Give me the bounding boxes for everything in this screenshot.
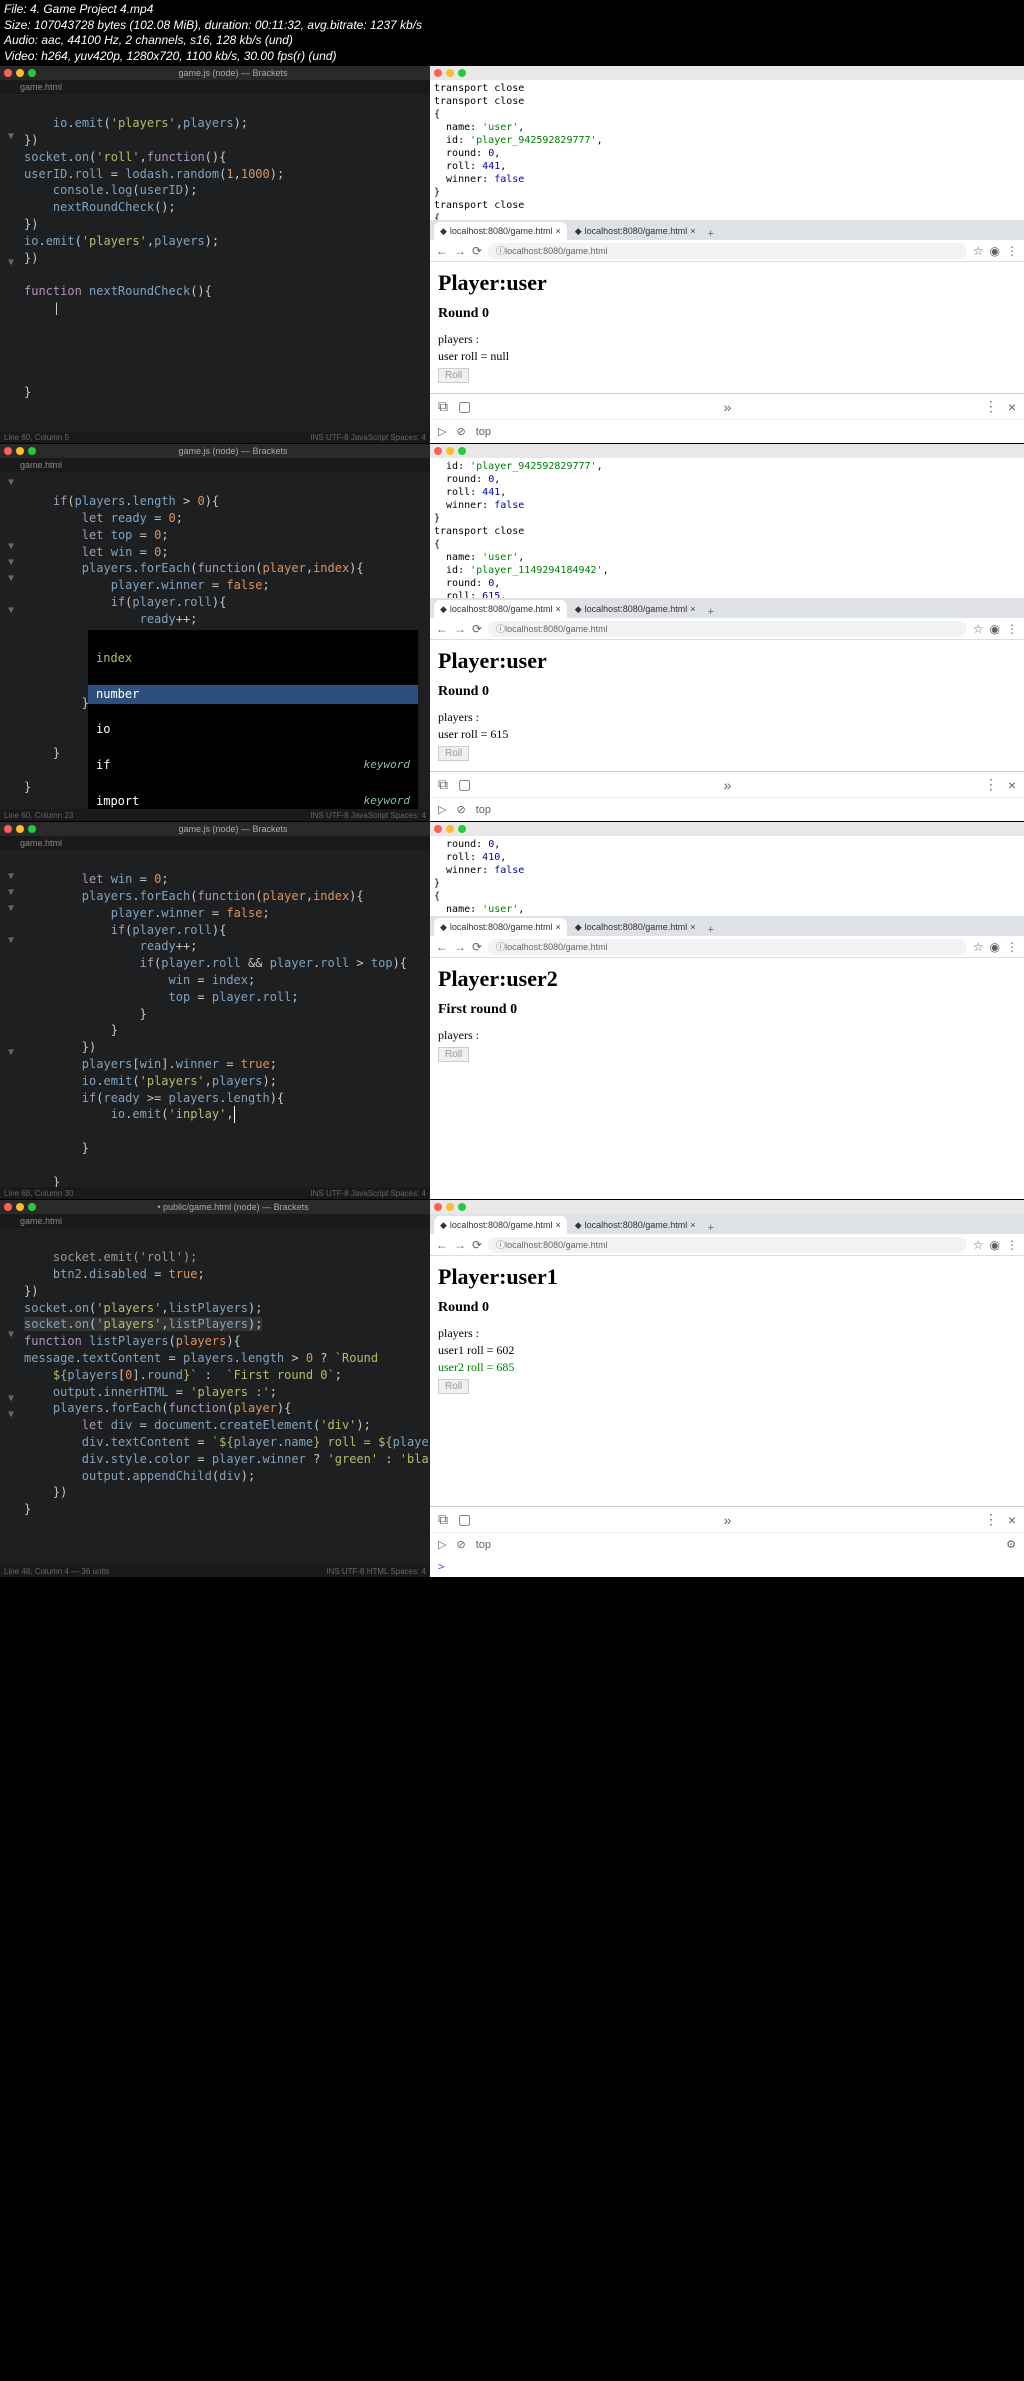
menu-icon[interactable]: ⋮	[1006, 244, 1018, 258]
roll-button[interactable]: Roll	[438, 1047, 469, 1062]
roll-value: user roll = null	[438, 349, 1016, 364]
browser-tabs: ◆ localhost:8080/game.html × ◆ localhost…	[430, 220, 1024, 240]
dt-menu-icon[interactable]: ⋮	[984, 398, 998, 415]
file-info: File: 4. Game Project 4.mp4	[4, 2, 1020, 18]
window-titlebar: game.js (node) — Brackets	[0, 66, 430, 80]
dt-close-icon[interactable]: ×	[1008, 399, 1016, 415]
context-select[interactable]: top	[476, 426, 491, 438]
round-heading: Round 0	[438, 1300, 1016, 1316]
round-heading: Round 0	[438, 684, 1016, 700]
terminal-output[interactable]: round: 0, roll: 410, winner: false}{ nam…	[430, 836, 1024, 916]
autocomplete-popup[interactable]: index number io ifkeyword importkeyword …	[88, 630, 418, 809]
audio-info: Audio: aac, 44100 Hz, 2 channels, s16, 1…	[4, 33, 1020, 49]
maximize-dot[interactable]	[28, 69, 36, 77]
players-label: players :	[438, 332, 1016, 347]
device-icon[interactable]: ▢	[458, 398, 471, 415]
round-heading: Round 0	[438, 306, 1016, 322]
console-prompt[interactable]: >	[430, 1556, 1024, 1577]
inspect-icon[interactable]: ⧉	[438, 398, 448, 415]
size-info: Size: 107043728 bytes (102.08 MiB), dura…	[4, 18, 1020, 34]
stop-icon[interactable]: ⊘	[456, 425, 465, 438]
player-heading: Player:user1	[438, 1264, 1016, 1290]
back-icon[interactable]: ←	[436, 244, 448, 258]
context-select[interactable]: top	[476, 1539, 491, 1551]
settings-icon[interactable]: ⚙	[1006, 1538, 1016, 1551]
player-heading: Player:user	[438, 648, 1016, 674]
play-icon[interactable]: ▷	[438, 425, 446, 438]
new-tab-icon[interactable]: +	[704, 228, 718, 240]
status-bar: Line 60, Column 5INS UTF-8 JavaScript Sp…	[0, 431, 430, 443]
play-icon[interactable]: ▷	[438, 1538, 446, 1551]
code-editor[interactable]: ▼▼▼▼▼ let win = 0; players.forEach(funct…	[0, 850, 430, 1187]
devtools-toolbar: ⧉ ▢ » ⋮ ×	[430, 393, 1024, 419]
video-info: Video: h264, yuv420p, 1280x720, 1100 kb/…	[4, 49, 1020, 65]
inspect-icon[interactable]: ⧉	[438, 1511, 448, 1528]
roll-button[interactable]: Roll	[438, 746, 469, 761]
code-editor[interactable]: ▼▼▼ socket.emit('roll'); btn2.disabled =…	[0, 1228, 430, 1565]
dt-close-icon[interactable]: ×	[1008, 1512, 1016, 1528]
file-tab[interactable]: game.html	[0, 80, 430, 94]
terminal-output[interactable]: transport closetransport close{ name: 'u…	[430, 80, 1024, 220]
player-heading: Player:user2	[438, 966, 1016, 992]
star-icon[interactable]: ☆	[973, 244, 984, 258]
player-heading: Player:user	[438, 270, 1016, 296]
roll-line-1: user1 roll = 602	[438, 1343, 1016, 1358]
editor-title: game.js (node) — Brackets	[40, 68, 426, 78]
browser-tab-1[interactable]: ◆ localhost:8080/game.html ×	[434, 222, 567, 240]
code-editor[interactable]: ▼▼ io.emit('players',players); }) socket…	[0, 94, 430, 431]
stop-icon[interactable]: ⊘	[456, 1538, 465, 1551]
round-heading: First round 0	[438, 1002, 1016, 1018]
code-editor[interactable]: ▼▼▼▼▼ if(players.length > 0){ let ready …	[0, 472, 430, 809]
close-dot[interactable]	[4, 69, 12, 77]
address-bar[interactable]: ⓘ localhost:8080/game.html	[488, 243, 967, 259]
device-icon[interactable]: ▢	[458, 1511, 471, 1528]
profile-icon[interactable]: ◉	[990, 244, 1000, 258]
browser-tab-2[interactable]: ◆ localhost:8080/game.html ×	[569, 222, 702, 240]
roll-button[interactable]: Roll	[438, 368, 469, 383]
reload-icon[interactable]: ⟳	[472, 244, 482, 258]
more-tabs-icon[interactable]: »	[724, 399, 732, 415]
roll-line-2: user2 roll = 685	[438, 1360, 1016, 1375]
forward-icon[interactable]: →	[454, 244, 466, 258]
page-content: Player:user Round 0 players : user roll …	[430, 262, 1024, 393]
roll-button[interactable]: Roll	[438, 1379, 469, 1394]
terminal-output[interactable]: id: 'player_942592829777', round: 0, rol…	[430, 458, 1024, 598]
terminal-titlebar	[430, 66, 1024, 80]
minimize-dot[interactable]	[16, 69, 24, 77]
